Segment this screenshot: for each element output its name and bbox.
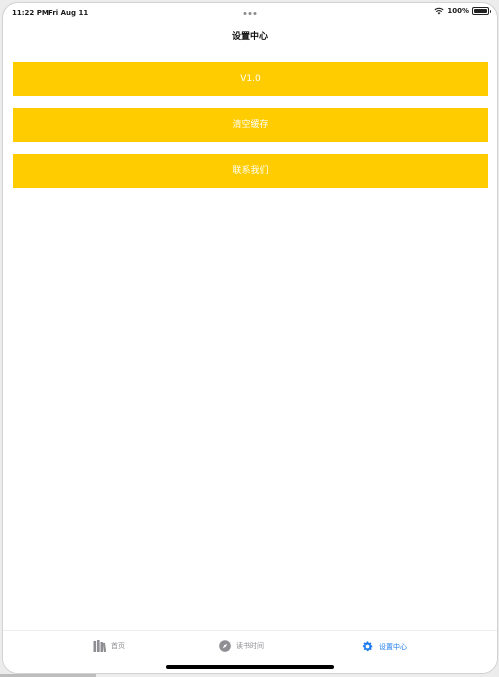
multitasking-dots-icon[interactable] bbox=[243, 12, 257, 15]
status-time: 11:22 PM bbox=[12, 9, 49, 17]
library-icon bbox=[93, 640, 106, 652]
battery-percent: 100% bbox=[447, 7, 469, 15]
tab-reading-time-label: 读书时间 bbox=[236, 642, 264, 650]
tab-bar: 首页 读书时间 设置中心 bbox=[3, 630, 497, 673]
tab-settings[interactable]: 设置中心 bbox=[361, 640, 407, 653]
compass-icon bbox=[219, 640, 231, 652]
wifi-icon bbox=[434, 7, 444, 15]
tab-settings-label: 设置中心 bbox=[379, 642, 407, 651]
gear-icon bbox=[361, 640, 374, 653]
home-indicator[interactable] bbox=[166, 665, 334, 669]
status-date: Fri Aug 11 bbox=[48, 9, 89, 17]
tab-home-label: 首页 bbox=[111, 642, 125, 650]
clear-cache-button[interactable]: 清空缓存 bbox=[13, 108, 488, 142]
settings-menu: V1.0 清空缓存 联系我们 bbox=[13, 62, 488, 200]
tab-home[interactable]: 首页 bbox=[93, 640, 125, 652]
app-window: 11:22 PM Fri Aug 11 100% 设置中心 V1.0 清空缓存 … bbox=[2, 2, 498, 674]
tab-reading-time[interactable]: 读书时间 bbox=[219, 640, 264, 652]
status-right: 100% bbox=[434, 7, 491, 15]
status-bar: 11:22 PM Fri Aug 11 100% bbox=[3, 3, 497, 25]
version-button[interactable]: V1.0 bbox=[13, 62, 488, 96]
battery-icon bbox=[472, 7, 491, 15]
page-title: 设置中心 bbox=[231, 32, 268, 42]
contact-us-button[interactable]: 联系我们 bbox=[13, 154, 488, 188]
